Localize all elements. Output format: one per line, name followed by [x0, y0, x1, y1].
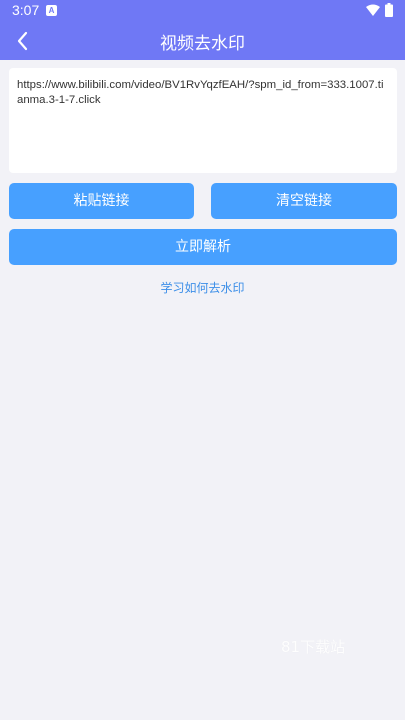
status-time: 3:07 — [12, 2, 40, 18]
parse-now-button[interactable]: 立即解析 — [9, 229, 397, 265]
paste-link-button[interactable]: 粘贴链接 — [9, 183, 194, 219]
url-input[interactable]: https://www.bilibili.com/video/BV1RvYqzf… — [9, 68, 397, 173]
wifi-icon — [366, 4, 380, 16]
clear-link-button[interactable]: 清空链接 — [211, 183, 397, 219]
page-title: 视频去水印 — [160, 34, 245, 54]
title-bar: 视频去水印 — [0, 22, 405, 60]
a-icon: A — [46, 5, 57, 16]
battery-icon — [385, 3, 393, 17]
url-input-value: https://www.bilibili.com/video/BV1RvYqzf… — [17, 79, 384, 106]
site-watermark: 81下载站 — [281, 638, 346, 656]
learn-remove-watermark-link[interactable]: 学习如何去水印 — [0, 279, 405, 296]
app-header: 3:07 A 视频去水印 — [0, 0, 405, 60]
status-bar: 3:07 A — [0, 0, 405, 22]
